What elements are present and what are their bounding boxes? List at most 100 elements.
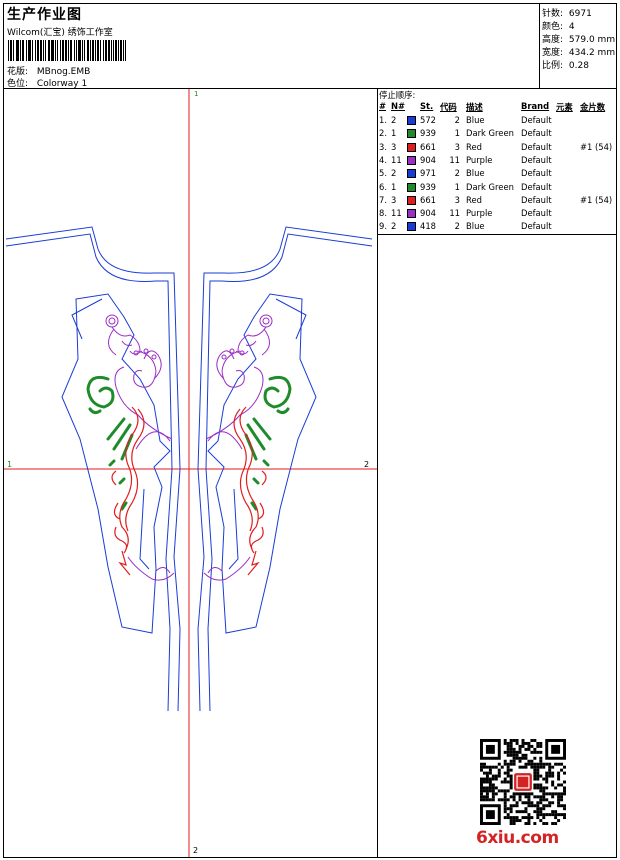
qr-module bbox=[488, 777, 492, 781]
qr-module bbox=[524, 753, 528, 757]
barcode-bar bbox=[109, 40, 110, 61]
qr-module bbox=[485, 774, 489, 778]
qr-module bbox=[557, 804, 561, 808]
qr-module bbox=[542, 792, 546, 796]
sequence-cell-desc: Blue bbox=[466, 115, 485, 125]
qr-module bbox=[527, 822, 531, 825]
qr-module bbox=[527, 819, 531, 823]
color-swatch bbox=[407, 155, 416, 165]
sequence-cell-desc: Blue bbox=[466, 168, 485, 179]
qr-module bbox=[521, 792, 525, 796]
barcode-bar bbox=[118, 40, 119, 61]
qr-module bbox=[480, 795, 483, 799]
barcode-bar bbox=[38, 40, 39, 61]
stop-sequence-panel: 停止顺序: # N# St. 代码 描述 Brand 元素 金片数 1. 2 572… bbox=[378, 89, 616, 235]
barcode-bar bbox=[40, 40, 41, 61]
barcode-bar bbox=[55, 40, 56, 61]
qr-module bbox=[548, 768, 552, 772]
qr-module bbox=[512, 759, 516, 763]
qr-module bbox=[563, 780, 566, 784]
sequence-divider bbox=[378, 234, 617, 235]
qr-module bbox=[480, 780, 483, 784]
qr-module bbox=[509, 807, 513, 811]
qr-module bbox=[563, 813, 566, 817]
qr-module bbox=[548, 813, 552, 817]
qr-module bbox=[551, 771, 555, 775]
qr-module bbox=[480, 798, 483, 802]
barcode-bar bbox=[71, 40, 72, 61]
qr-module bbox=[515, 810, 519, 814]
barcode-bar bbox=[53, 40, 54, 61]
qr-module bbox=[515, 792, 519, 796]
sequence-cell-n: 2 bbox=[391, 168, 397, 179]
qr-module bbox=[512, 804, 516, 808]
qr-module bbox=[506, 768, 510, 772]
qr-module bbox=[557, 819, 561, 823]
qr-module bbox=[545, 798, 549, 802]
barcode-bar bbox=[30, 40, 31, 61]
qr-module bbox=[485, 795, 489, 799]
qr-module bbox=[480, 777, 483, 781]
sequence-row: 3. 3 661 3 Red Default #1 (54) bbox=[378, 142, 616, 154]
barcode-bar bbox=[80, 40, 81, 61]
qr-module bbox=[503, 804, 507, 808]
barcode-bar bbox=[98, 40, 99, 61]
qr-module bbox=[512, 750, 516, 754]
qr-module bbox=[533, 810, 537, 814]
qr-module bbox=[506, 744, 510, 748]
sequence-cell-st: 661 bbox=[420, 194, 436, 205]
barcode-bar bbox=[18, 40, 19, 61]
qr-module bbox=[545, 771, 549, 775]
qr-module bbox=[560, 768, 564, 772]
barcode-bar bbox=[103, 40, 104, 61]
col-header-n: N# bbox=[391, 101, 406, 111]
color-swatch bbox=[407, 169, 416, 179]
qr-module bbox=[509, 747, 513, 751]
qr-module bbox=[503, 739, 507, 742]
qr-module bbox=[557, 813, 561, 817]
qr-module bbox=[503, 762, 507, 766]
qr-module bbox=[545, 777, 549, 781]
qr-module bbox=[509, 795, 513, 799]
qr-module bbox=[485, 771, 489, 775]
design-preview: 1 1 2 2 bbox=[4, 89, 377, 857]
qr-module bbox=[548, 774, 552, 778]
qr-module bbox=[500, 780, 504, 784]
qr-module bbox=[480, 783, 483, 787]
axis-label-right: 2 bbox=[364, 460, 369, 469]
watermark-logo: 6xiu.com bbox=[476, 828, 559, 848]
qr-module bbox=[545, 792, 549, 796]
barcode-bar bbox=[125, 40, 126, 61]
barcode-bar bbox=[95, 40, 96, 61]
qr-module bbox=[480, 762, 483, 766]
sequence-cell-n: 3 bbox=[391, 141, 397, 152]
qr-module bbox=[536, 801, 540, 805]
qr-module bbox=[512, 798, 516, 802]
qr-module bbox=[554, 792, 558, 796]
qr-module bbox=[497, 798, 501, 802]
barcode-bar bbox=[16, 40, 17, 61]
qr-module bbox=[551, 810, 555, 814]
qr-module bbox=[530, 739, 534, 742]
qr-module bbox=[557, 795, 561, 799]
qr-module bbox=[485, 777, 489, 781]
color-swatch bbox=[407, 142, 416, 152]
qr-module bbox=[530, 759, 534, 763]
qr-module bbox=[506, 753, 510, 757]
stat-colors: 颜色: 4 bbox=[542, 19, 575, 32]
qr-module bbox=[518, 756, 522, 760]
qr-module bbox=[551, 774, 555, 778]
qr-module bbox=[515, 816, 519, 820]
qr-module bbox=[536, 774, 540, 778]
barcode-bar bbox=[65, 40, 66, 61]
qr-module bbox=[509, 762, 513, 766]
qr-module bbox=[497, 771, 501, 775]
barcode-bar bbox=[66, 40, 67, 61]
qr-module bbox=[527, 813, 531, 817]
stat-scale: 比例: 0.28 bbox=[542, 58, 589, 71]
col-header-st: St. bbox=[420, 101, 434, 111]
qr-module bbox=[542, 762, 546, 766]
qr-module bbox=[533, 756, 537, 760]
barcode-bar bbox=[8, 40, 9, 61]
qr-module bbox=[512, 792, 516, 796]
